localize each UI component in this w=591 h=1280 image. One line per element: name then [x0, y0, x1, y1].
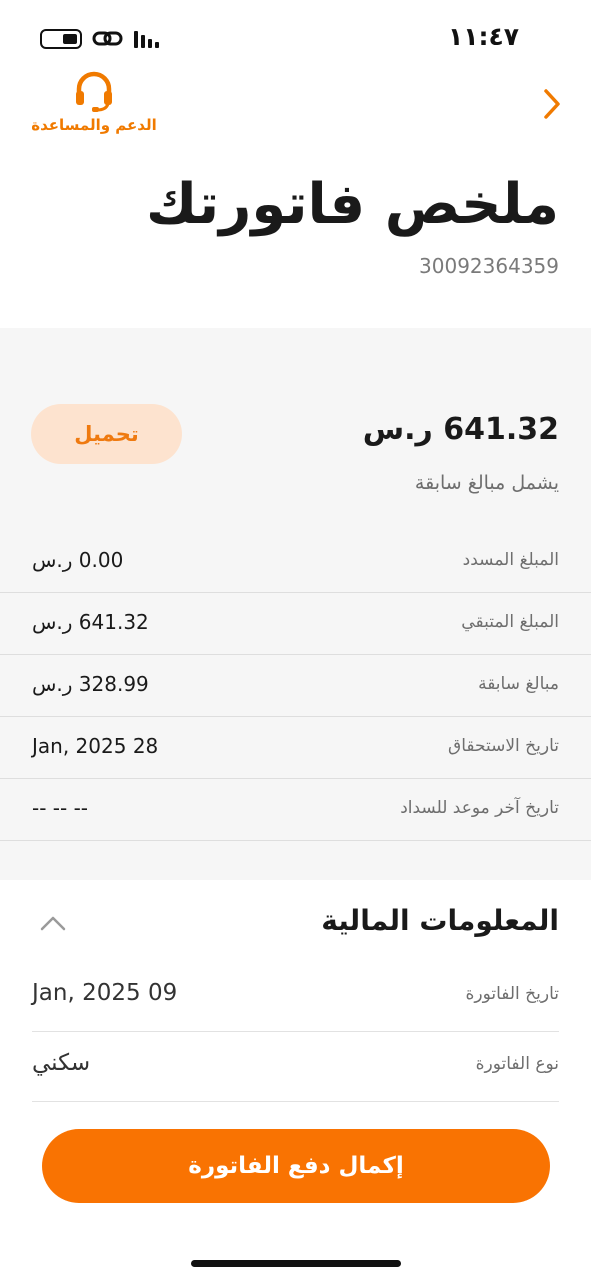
fin-label: تاريخ الفاتورة — [465, 984, 559, 1004]
back-button[interactable] — [537, 84, 567, 124]
invoice-type-row: نوع الفاتورة سكني — [32, 1032, 559, 1102]
home-indicator — [191, 1260, 401, 1267]
account-number: 30092364359 — [419, 254, 559, 278]
detail-label: تاريخ آخر موعد للسداد — [400, 798, 559, 818]
chevron-up-icon — [40, 916, 66, 931]
detail-label: مبالغ سابقة — [478, 674, 559, 694]
complete-payment-button[interactable]: إكمال دفع الفاتورة — [42, 1129, 550, 1203]
headset-icon — [76, 71, 112, 112]
financial-info-title: المعلومات المالية — [321, 904, 559, 937]
detail-row-previous: مبالغ سابقة 328.99 ر.س — [0, 655, 591, 717]
download-button[interactable]: تحميل — [31, 404, 182, 464]
detail-list: المبلغ المسدد 0.00 ر.س المبلغ المتبقي 64… — [0, 531, 591, 841]
detail-row-due-date: تاريخ الاستحقاق 28 Jan, 2025 — [0, 717, 591, 779]
includes-note: يشمل مبالغ سابقة — [414, 472, 559, 494]
detail-value: 641.32 ر.س — [32, 610, 149, 634]
header: الدعم والمساعدة — [0, 62, 591, 152]
detail-value: 0.00 ر.س — [32, 548, 124, 572]
detail-value: 328.99 ر.س — [32, 672, 149, 696]
signal-icon — [134, 30, 159, 48]
financial-info-section: المعلومات المالية تاريخ الفاتورة 09 Jan,… — [0, 880, 591, 1110]
link-icon — [92, 31, 123, 46]
total-amount: 641.32 ر.س — [362, 412, 559, 447]
page-title: ملخص فاتورتك — [145, 172, 559, 237]
fin-label: نوع الفاتورة — [475, 1054, 559, 1074]
detail-row-paid: المبلغ المسدد 0.00 ر.س — [0, 531, 591, 593]
chevron-right-icon — [544, 89, 560, 119]
fin-value: سكني — [32, 1050, 91, 1076]
battery-icon — [40, 29, 82, 49]
fin-value: 09 Jan, 2025 — [32, 980, 178, 1006]
status-icons — [40, 28, 159, 50]
detail-label: المبلغ المسدد — [462, 550, 559, 570]
invoice-date-row: تاريخ الفاتورة 09 Jan, 2025 — [32, 962, 559, 1032]
detail-row-remaining: المبلغ المتبقي 641.32 ر.س — [0, 593, 591, 655]
support-button[interactable]: الدعم والمساعدة — [24, 70, 164, 134]
detail-row-last-payment-date: تاريخ آخر موعد للسداد -- -- -- — [0, 779, 591, 841]
collapse-button[interactable] — [38, 908, 68, 938]
detail-label: تاريخ الاستحقاق — [448, 736, 559, 756]
bill-summary: 641.32 ر.س يشمل مبالغ سابقة تحميل المبلغ… — [0, 328, 591, 880]
detail-value: 28 Jan, 2025 — [32, 734, 159, 758]
detail-value: -- -- -- — [32, 796, 89, 820]
status-time: ١١:٤٧ — [447, 22, 519, 51]
detail-label: المبلغ المتبقي — [461, 612, 559, 632]
support-label: الدعم والمساعدة — [31, 116, 157, 134]
